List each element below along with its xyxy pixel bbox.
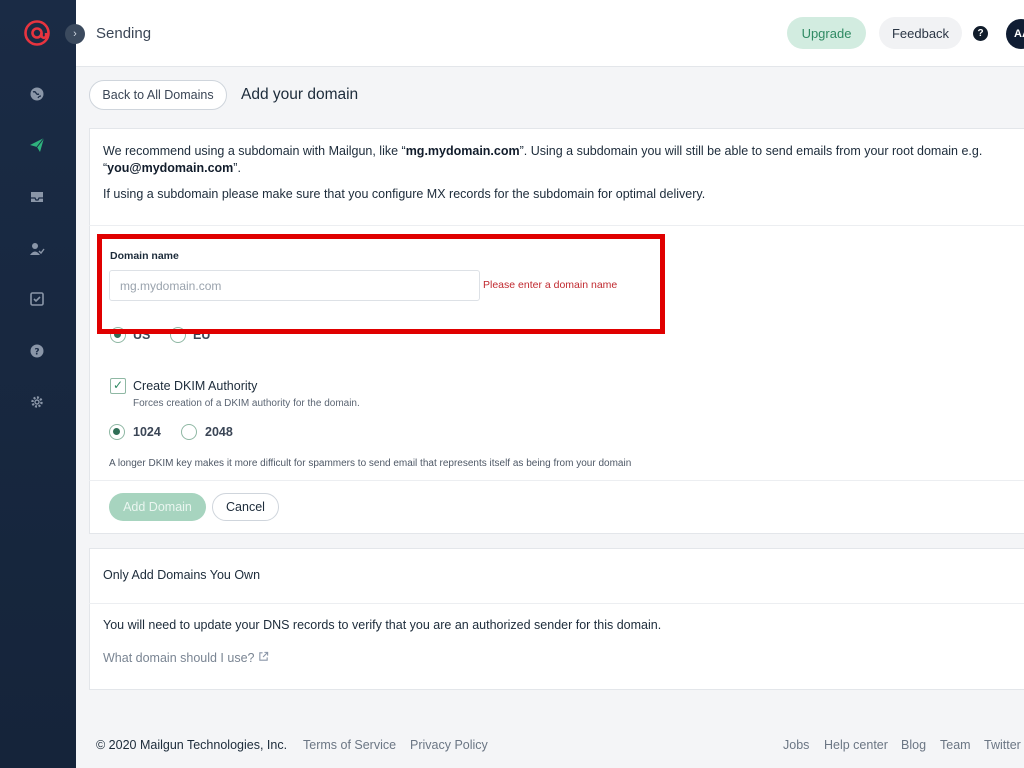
footer-team-link[interactable]: Team	[940, 738, 971, 752]
section-title: Sending	[96, 25, 152, 42]
checkbox-icon[interactable]	[28, 290, 46, 308]
footer-jobs-link[interactable]: Jobs	[783, 738, 809, 752]
footer-help-center-link[interactable]: Help center	[824, 738, 888, 752]
subdomain-mx-note: If using a subdomain please make sure th…	[103, 187, 706, 201]
dkim-authority-checkbox[interactable]: ✓	[110, 378, 126, 394]
paper-plane-icon[interactable]	[28, 136, 46, 154]
dkim-1024-label: 1024	[133, 425, 161, 439]
external-link-icon	[258, 651, 269, 665]
globe-icon[interactable]	[28, 85, 46, 103]
svg-text:?: ?	[34, 348, 39, 358]
dkim-authority-label: Create DKIM Authority	[133, 379, 258, 393]
footer-blog-link[interactable]: Blog	[901, 738, 926, 752]
upgrade-button[interactable]: Upgrade	[787, 17, 866, 49]
footer-privacy-link[interactable]: Privacy Policy	[410, 738, 488, 752]
question-circle-icon[interactable]: ?	[28, 342, 46, 360]
avatar[interactable]: AA	[1006, 19, 1024, 49]
dkim-authority-help: Forces creation of a DKIM authority for …	[133, 398, 360, 409]
add-domain-button[interactable]: Add Domain	[109, 493, 206, 521]
domain-help-link-label: What domain should I use?	[103, 651, 255, 665]
sidebar: ?	[0, 0, 76, 768]
back-to-domains-button[interactable]: Back to All Domains	[89, 80, 227, 110]
footer-terms-link[interactable]: Terms of Service	[303, 738, 396, 752]
chevron-right-icon: ›	[73, 28, 77, 40]
info-card-title: Only Add Domains You Own	[103, 568, 261, 582]
feedback-button[interactable]: Feedback	[879, 17, 962, 49]
info-card-text: You will need to update your DNS records…	[103, 618, 662, 632]
dkim-key-note: A longer DKIM key makes it more difficul…	[109, 458, 632, 469]
footer-copyright: © 2020 Mailgun Technologies, Inc.	[96, 738, 288, 752]
sidebar-collapse-button[interactable]: ›	[65, 24, 85, 44]
help-icon[interactable]: ?	[973, 26, 988, 41]
user-check-icon[interactable]	[28, 240, 46, 258]
page-title: Add your domain	[241, 86, 359, 103]
dkim-2048-radio[interactable]	[181, 424, 197, 440]
domain-help-link[interactable]: What domain should I use?	[103, 651, 269, 665]
dkim-1024-radio[interactable]	[109, 424, 125, 440]
cancel-button[interactable]: Cancel	[212, 493, 279, 521]
divider	[89, 603, 1024, 604]
divider	[89, 225, 1024, 226]
annotation-highlight-box	[97, 234, 665, 334]
intro-text: We recommend using a subdomain with Mail…	[103, 144, 983, 175]
inbox-icon[interactable]	[28, 188, 46, 206]
dkim-2048-label: 2048	[205, 425, 233, 439]
mailgun-logo-icon[interactable]	[24, 20, 50, 46]
divider	[89, 480, 1024, 481]
footer-twitter-link[interactable]: Twitter	[984, 738, 1021, 752]
gear-icon[interactable]	[28, 393, 46, 411]
top-bar: Sending Upgrade Feedback ? AA	[76, 0, 1024, 67]
